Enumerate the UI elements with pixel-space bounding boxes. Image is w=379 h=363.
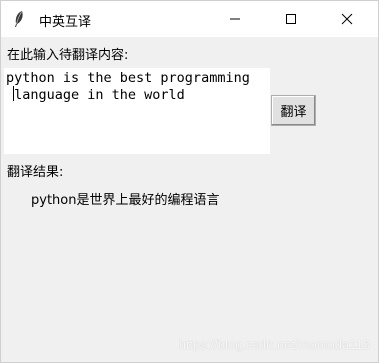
result-label: 翻译结果: (7, 165, 64, 180)
feather-icon (11, 10, 27, 28)
input-label: 在此输入待翻译内容: (7, 48, 129, 63)
translation-result: python是世界上最好的编程语言 (31, 193, 220, 208)
minimize-icon (229, 10, 241, 29)
minimize-button[interactable] (212, 1, 258, 37)
maximize-button[interactable] (268, 1, 314, 37)
close-button[interactable] (324, 1, 370, 37)
translate-button[interactable]: 翻译 (271, 95, 316, 126)
window-title: 中英互译 (39, 15, 92, 30)
title-bar[interactable]: 中英互译 (1, 1, 378, 37)
maximize-icon (285, 10, 297, 29)
close-icon (341, 10, 353, 29)
app-window: 中英互译 在此输入待翻译内容: python is the best progr… (0, 0, 379, 363)
source-text-input[interactable]: python is the best programming language … (4, 68, 270, 154)
watermark: https://blog.csdn.net/momoda118 (178, 337, 370, 352)
text-caret (13, 86, 14, 101)
